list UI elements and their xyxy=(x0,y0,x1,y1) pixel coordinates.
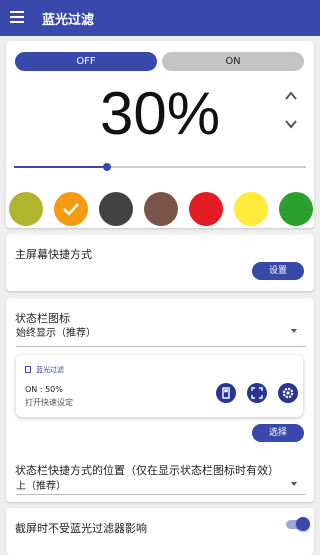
color-swatch-olive[interactable] xyxy=(9,192,43,226)
app-bar: 蓝光过滤 xyxy=(0,0,320,36)
chevron-up-icon[interactable] xyxy=(284,89,298,103)
app-small-icon xyxy=(25,366,31,373)
on-button[interactable]: ON xyxy=(162,52,304,71)
percent-display: 30% xyxy=(99,80,221,147)
off-button[interactable]: OFF xyxy=(15,52,157,71)
notification-preview: 蓝光过滤 ON : 50% 打开快速设定 xyxy=(16,355,303,417)
color-swatch-dark-gray[interactable] xyxy=(99,192,133,226)
color-swatch-red[interactable] xyxy=(189,192,223,226)
color-swatch-green[interactable] xyxy=(279,192,313,226)
slider-fill xyxy=(14,166,108,168)
notification-app-name: 蓝光过滤 xyxy=(36,366,64,374)
color-swatch-orange[interactable] xyxy=(54,192,88,226)
notification-line-2: 打开快速设定 xyxy=(25,398,73,407)
dropdown-underline xyxy=(16,346,306,347)
screenshot-switch[interactable] xyxy=(296,517,310,531)
chevron-down-icon[interactable] xyxy=(284,117,298,131)
filter-toggle-icon[interactable] xyxy=(216,383,236,403)
status-icon-card: 状态栏图标 始终显示（推荐） 蓝光过滤 ON : 50% 打开快速设定 选择 状… xyxy=(6,298,314,502)
status-icon-dropdown[interactable]: 始终显示（推荐） xyxy=(16,324,96,339)
color-swatch-brown[interactable] xyxy=(144,192,178,226)
app-title: 蓝光过滤 xyxy=(42,13,95,28)
gear-icon[interactable] xyxy=(278,383,298,403)
check-icon xyxy=(63,203,79,216)
settings-button[interactable]: 设置 xyxy=(252,262,304,280)
screenshot-setting-card: 截屏时不受蓝光过滤器影响 xyxy=(6,508,314,555)
dropdown-arrow-icon[interactable] xyxy=(291,329,297,333)
intensity-slider[interactable] xyxy=(14,163,306,171)
shortcut-position-dropdown[interactable]: 上（推荐） xyxy=(16,477,66,492)
dropdown-underline xyxy=(16,494,306,495)
fullscreen-icon[interactable] xyxy=(247,383,267,403)
home-shortcut-card: 主屏幕快捷方式 设置 xyxy=(6,234,314,291)
dropdown-arrow-icon[interactable] xyxy=(291,482,297,486)
slider-thumb[interactable] xyxy=(103,163,112,171)
shortcut-position-title: 状态栏快捷方式的位置（仅在显示状态栏图标时有效） xyxy=(15,464,279,477)
color-swatch-yellow[interactable] xyxy=(234,192,268,226)
menu-icon[interactable] xyxy=(10,11,24,23)
notification-line-1: ON : 50% xyxy=(25,385,63,394)
select-button[interactable]: 选择 xyxy=(252,424,304,442)
filter-card: OFF ON 30% xyxy=(6,41,314,228)
home-shortcut-title: 主屏幕快捷方式 xyxy=(15,248,92,261)
screenshot-setting-title: 截屏时不受蓝光过滤器影响 xyxy=(15,522,147,535)
